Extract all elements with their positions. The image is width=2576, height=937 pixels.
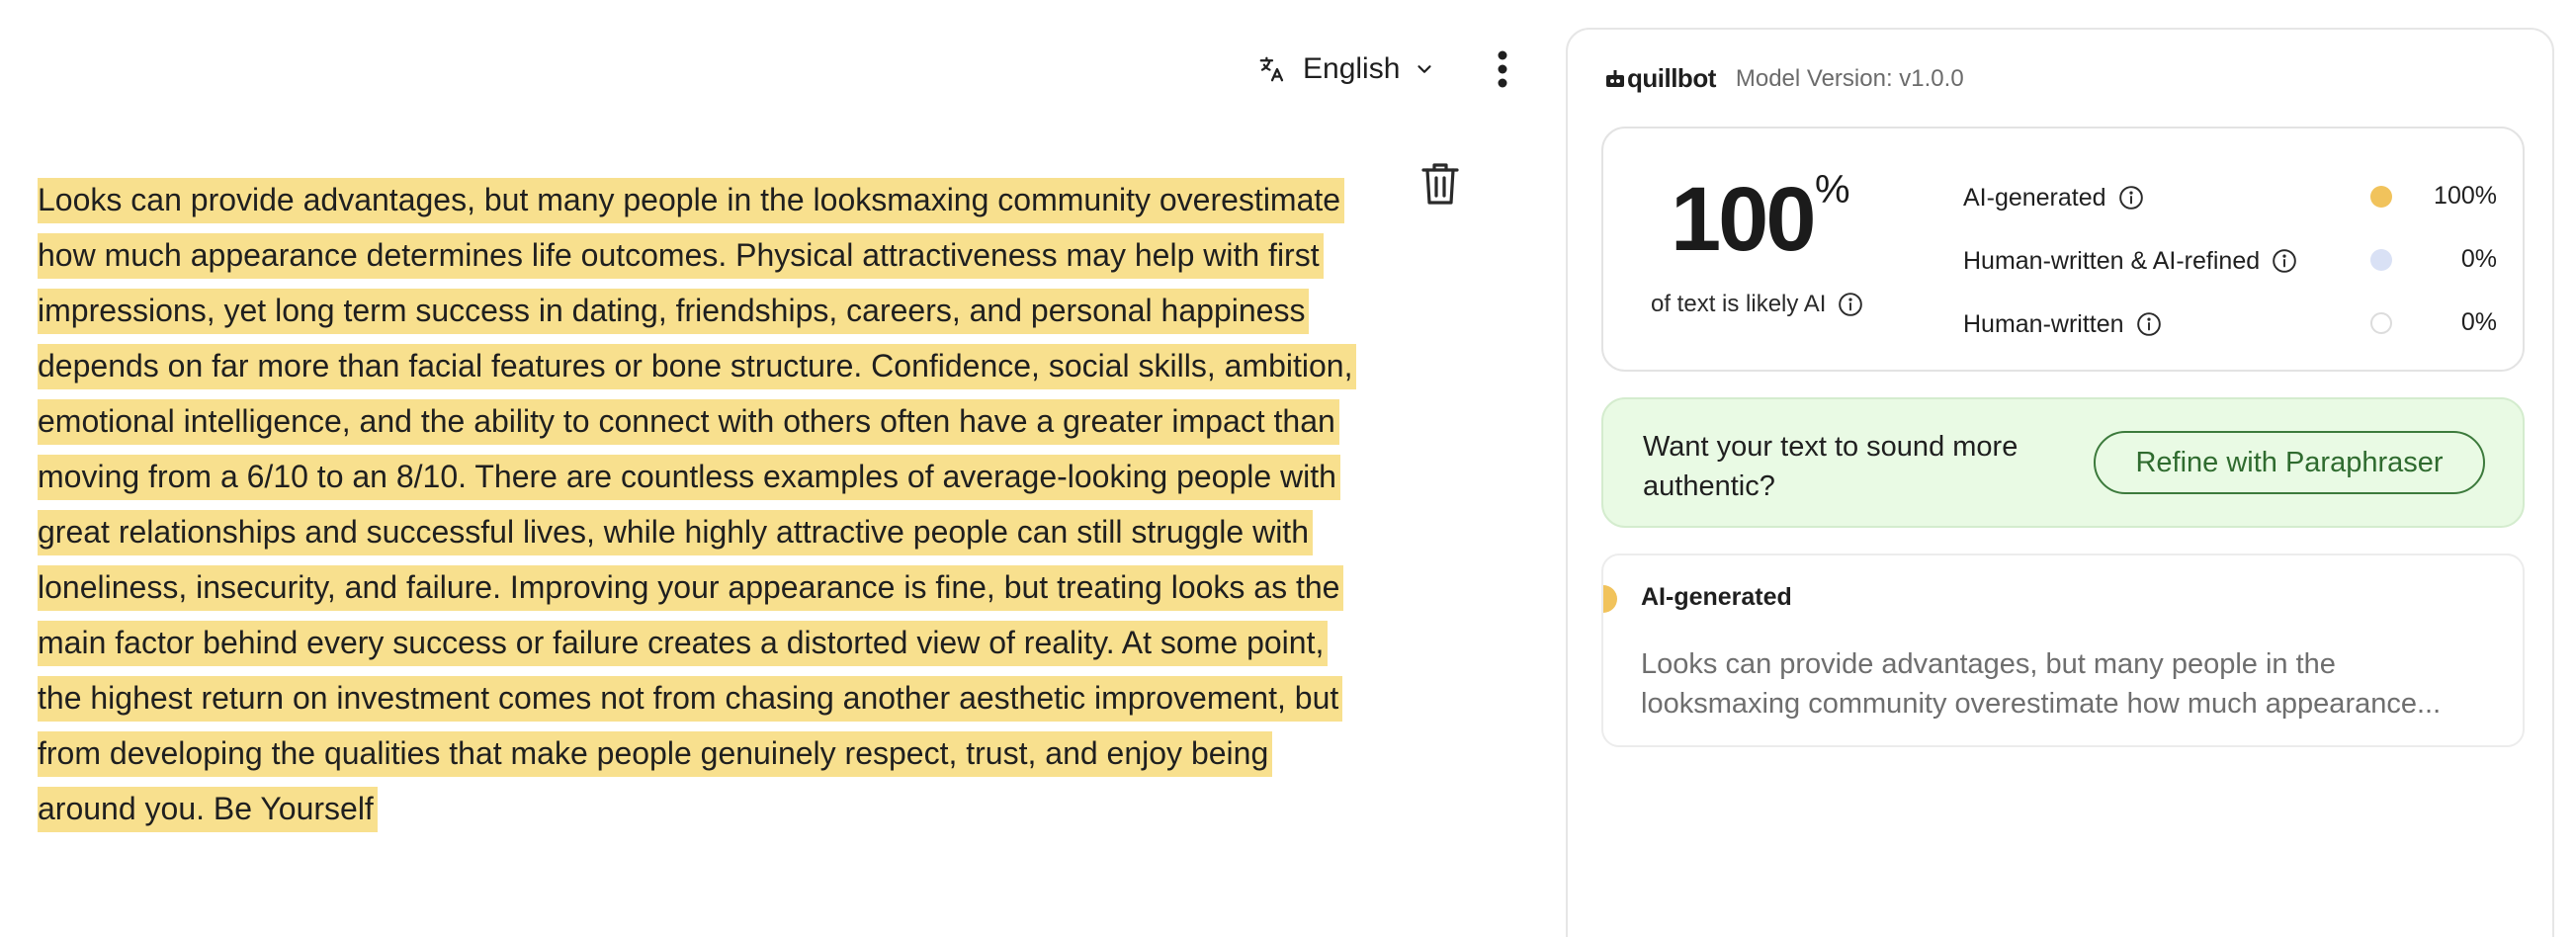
legend-dot-ai-refined bbox=[2370, 249, 2392, 271]
brand-name: quillbot bbox=[1627, 63, 1716, 93]
breakdown-label: AI-generated bbox=[1963, 184, 2144, 213]
breakdown-value: 100% bbox=[2434, 182, 2497, 210]
paraphraser-promo: Want your text to sound more authentic? … bbox=[1601, 397, 2525, 528]
breakdown-label: Human-written & AI-refined bbox=[1963, 247, 2297, 276]
editor-pane: English Looks can provide advantages, bu… bbox=[0, 0, 1542, 937]
refine-with-paraphraser-button[interactable]: Refine with Paraphraser bbox=[2094, 431, 2485, 494]
brand-logo: quillbot bbox=[1605, 63, 1716, 94]
breakdown-value: 0% bbox=[2460, 245, 2497, 273]
app-root: English Looks can provide advantages, bu… bbox=[0, 0, 2576, 937]
score-breakdown: AI-generated 100% Human-written & AI-ref… bbox=[1963, 166, 2497, 356]
quillbot-logo-icon bbox=[1606, 69, 1624, 87]
score-card: 100 % of text is likely AI AI-generated bbox=[1601, 127, 2525, 372]
legend-dot-ai-generated bbox=[2370, 186, 2392, 208]
segment-excerpt: Looks can provide advantages, but many p… bbox=[1641, 648, 2442, 720]
info-icon[interactable] bbox=[2118, 185, 2144, 211]
breakdown-label: Human-written bbox=[1963, 310, 2162, 339]
chevron-down-icon bbox=[1417, 65, 1432, 73]
more-vertical-icon bbox=[1498, 50, 1507, 88]
legend-dot-human-written bbox=[2370, 312, 2392, 334]
breakdown-label-text: AI-generated bbox=[1963, 183, 2106, 212]
breakdown-row-ai-refined: Human-written & AI-refined 0% bbox=[1963, 229, 2497, 293]
ai-highlighted-text: Looks can provide advantages, but many p… bbox=[38, 178, 1357, 832]
breakdown-label-text: Human-written & AI-refined bbox=[1963, 246, 2261, 275]
ai-score-caption: of text is likely AI bbox=[1651, 291, 1863, 318]
breakdown-value: 0% bbox=[2460, 308, 2497, 336]
language-select[interactable]: English bbox=[1257, 45, 1435, 93]
ai-segment-card[interactable]: AI-generated Looks can provide advantage… bbox=[1601, 554, 2525, 747]
promo-text: Want your text to sound more authentic? bbox=[1643, 431, 2018, 502]
more-options-button[interactable] bbox=[1483, 47, 1522, 91]
ai-score-unit: % bbox=[1815, 168, 1850, 212]
translate-icon bbox=[1259, 56, 1284, 82]
info-icon[interactable] bbox=[1838, 292, 1863, 317]
breakdown-label-text: Human-written bbox=[1963, 309, 2124, 338]
delete-text-button[interactable] bbox=[1421, 162, 1459, 206]
essay-text[interactable]: Looks can provide advantages, but many p… bbox=[38, 172, 1362, 836]
segment-title: AI-generated bbox=[1641, 583, 1792, 611]
breakdown-row-ai-generated: AI-generated 100% bbox=[1963, 166, 2497, 229]
info-icon[interactable] bbox=[2272, 248, 2297, 274]
trash-icon bbox=[1421, 163, 1459, 205]
language-label: English bbox=[1303, 52, 1401, 85]
panel-header: quillbot Model Version: v1.0.0 bbox=[1605, 63, 1964, 94]
model-version: Model Version: v1.0.0 bbox=[1735, 64, 1964, 92]
info-icon[interactable] bbox=[2136, 311, 2162, 337]
ai-score-value: 100 bbox=[1671, 169, 1816, 270]
ai-detector-panel: quillbot Model Version: v1.0.0 100 % of … bbox=[1566, 28, 2554, 937]
segment-marker bbox=[1603, 585, 1617, 613]
ai-score-caption-text: of text is likely AI bbox=[1651, 291, 1827, 317]
breakdown-row-human-written: Human-written 0% bbox=[1963, 293, 2497, 356]
